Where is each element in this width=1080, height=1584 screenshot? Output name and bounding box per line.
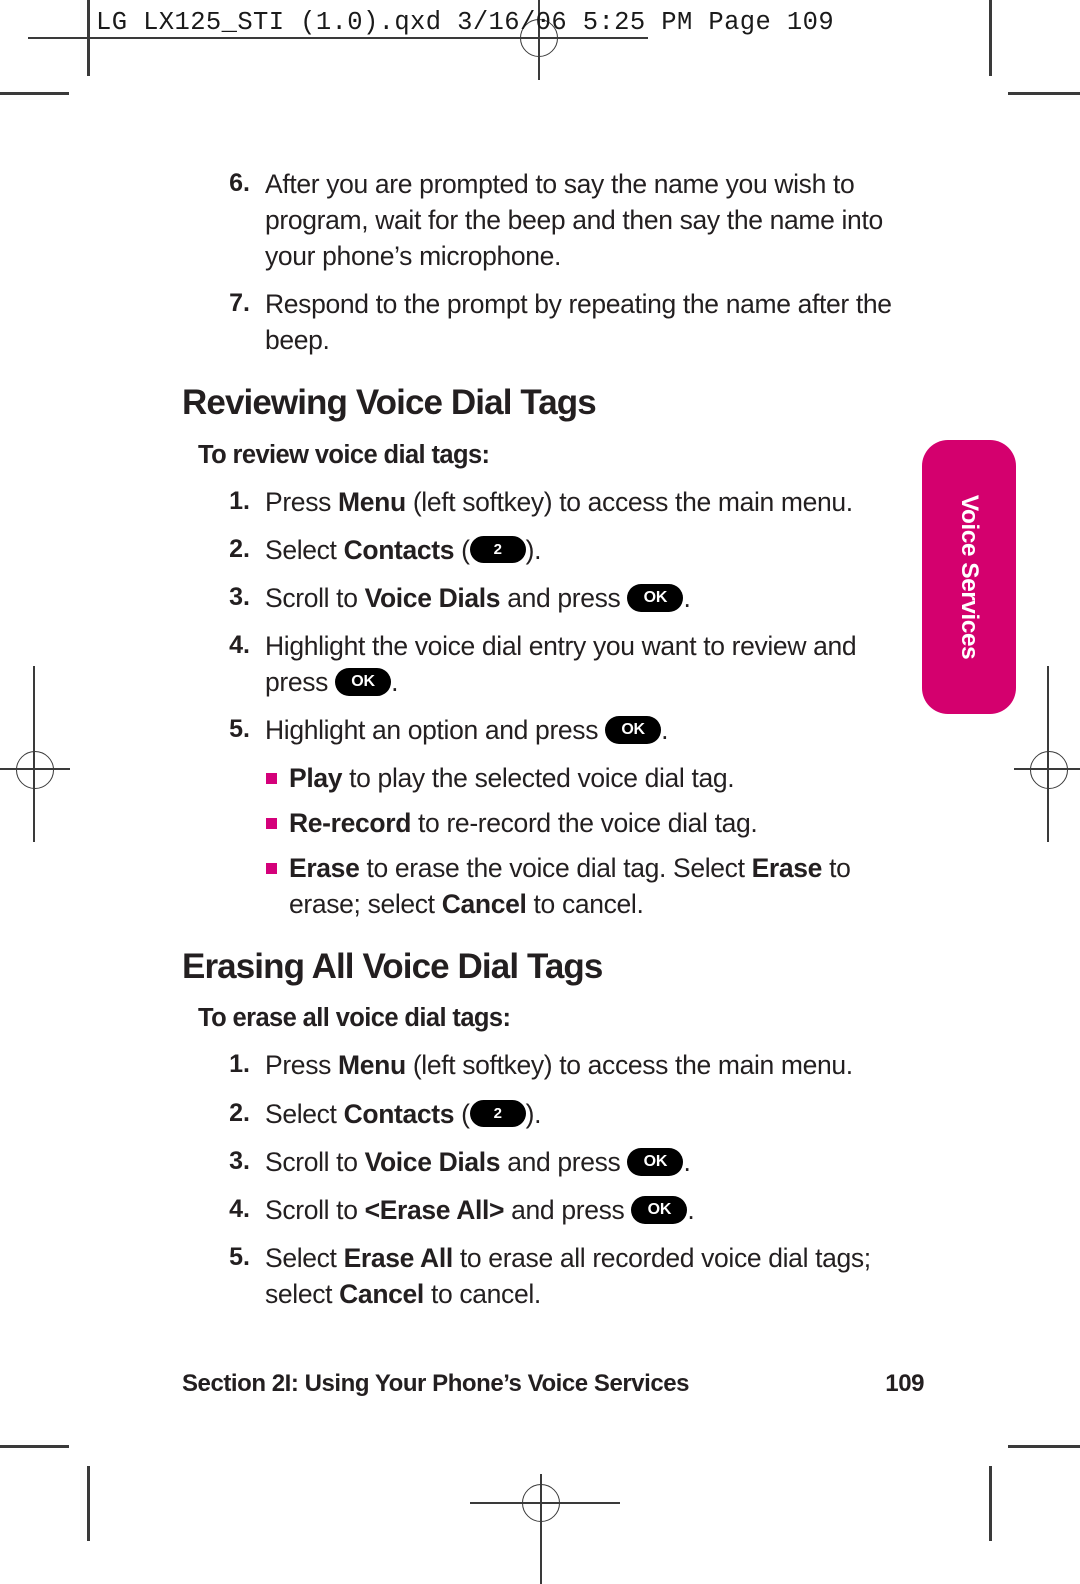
- section-heading-reviewing: Reviewing Voice Dial Tags: [182, 383, 597, 423]
- numbered-step: 6. After you are prompted to say the name…: [182, 166, 922, 274]
- key-ok-icon: OK: [631, 1195, 688, 1224]
- step-text: Press Menu (left softkey) to access the …: [265, 486, 853, 517]
- page-footer: Section 2I: Using Your Phone’s Voice Ser…: [182, 1370, 942, 1398]
- step-text: Scroll to Voice Dials and press OK.: [265, 1146, 691, 1177]
- bullet-item: Erase to erase the voice dial tag. Selec…: [182, 850, 922, 922]
- step-number: 2.: [229, 534, 250, 563]
- step-text: Select Erase All to erase all recorded v…: [265, 1242, 871, 1309]
- subheading-to-erase-all: To erase all voice dial tags:: [198, 1004, 511, 1033]
- step-text: Press Menu (left softkey) to access the …: [265, 1050, 853, 1081]
- step-text: Select Contacts (2).: [265, 1098, 542, 1129]
- step-number: 3.: [229, 582, 250, 611]
- numbered-step: 3. Scroll to Voice Dials and press OK.: [182, 1144, 922, 1180]
- manual-page: 6. After you are prompted to say the name…: [0, 0, 1080, 1541]
- numbered-step: 1. Press Menu (left softkey) to access th…: [182, 484, 922, 520]
- step-number: 5.: [229, 714, 250, 743]
- key-ok-icon: OK: [627, 1147, 684, 1176]
- step-text: After you are prompted to say the name y…: [265, 169, 883, 272]
- key-ok-icon: OK: [605, 715, 662, 744]
- square-bullet-icon: [266, 862, 277, 874]
- step-number: 4.: [229, 630, 250, 659]
- erase-step-list: 1. Press Menu (left softkey) to access th…: [182, 1047, 922, 1311]
- bullet-text: Erase to erase the voice dial tag. Selec…: [289, 852, 851, 919]
- side-thumb-tab: Voice Services: [922, 440, 1016, 714]
- key-ok-icon: OK: [335, 667, 392, 696]
- square-bullet-icon: [266, 772, 277, 784]
- numbered-step: 5. Highlight an option and press OK.: [182, 712, 922, 748]
- subheading-to-review: To review voice dial tags:: [198, 440, 490, 469]
- step-text: Scroll to Voice Dials and press OK.: [265, 582, 691, 613]
- step-number: 1.: [229, 486, 250, 515]
- step-text: Respond to the prompt by repeating the n…: [265, 289, 892, 356]
- square-bullet-icon: [266, 817, 277, 829]
- step-number: 3.: [229, 1146, 250, 1175]
- footer-section-label: Section 2I: Using Your Phone’s Voice Ser…: [182, 1370, 690, 1397]
- key-2-icon: 2: [469, 536, 526, 564]
- numbered-step: 4. Highlight the voice dial entry you wan…: [182, 628, 922, 700]
- side-thumb-tab-label: Voice Services: [956, 494, 983, 660]
- page-content: 6. After you are prompted to say the name…: [182, 166, 922, 1324]
- step-number: 7.: [229, 289, 250, 318]
- step-text: Scroll to <Erase All> and press OK.: [265, 1194, 695, 1225]
- numbered-step: 3. Scroll to Voice Dials and press OK.: [182, 580, 922, 616]
- footer-page-number: 109: [885, 1370, 924, 1397]
- bullet-text: Play to play the selected voice dial tag…: [289, 762, 735, 793]
- key-2-icon: 2: [469, 1100, 526, 1127]
- step-number: 2.: [229, 1098, 250, 1127]
- numbered-step: 2. Select Contacts (2).: [182, 532, 922, 568]
- bullet-item: Re-record to re-record the voice dial ta…: [182, 805, 922, 841]
- key-ok-icon: OK: [627, 583, 684, 612]
- step-number: 4.: [229, 1194, 250, 1223]
- numbered-step: 7. Respond to the prompt by repeating the…: [182, 286, 922, 358]
- step-number: 5.: [229, 1242, 250, 1271]
- section-heading-erasing: Erasing All Voice Dial Tags: [182, 946, 603, 986]
- numbered-step: 4. Scroll to <Erase All> and press OK.: [182, 1192, 922, 1228]
- numbered-step: 1. Press Menu (left softkey) to access th…: [182, 1047, 922, 1083]
- bullet-text: Re-record to re-record the voice dial ta…: [289, 807, 758, 838]
- numbered-step: 5. Select Erase All to erase all recorded…: [182, 1240, 922, 1312]
- step-text: Highlight the voice dial entry you want …: [265, 630, 857, 697]
- step-text: Select Contacts (2).: [265, 534, 542, 565]
- bullet-item: Play to play the selected voice dial tag…: [182, 760, 922, 796]
- step-number: 1.: [229, 1050, 250, 1079]
- step-number: 6.: [229, 169, 250, 197]
- intro-step-list: 6. After you are prompted to say the name…: [182, 166, 922, 358]
- step-text: Highlight an option and press OK.: [265, 714, 669, 745]
- numbered-step: 2. Select Contacts (2).: [182, 1096, 922, 1132]
- review-step-list: 1. Press Menu (left softkey) to access th…: [182, 484, 922, 748]
- review-option-bullets: Play to play the selected voice dial tag…: [182, 760, 922, 922]
